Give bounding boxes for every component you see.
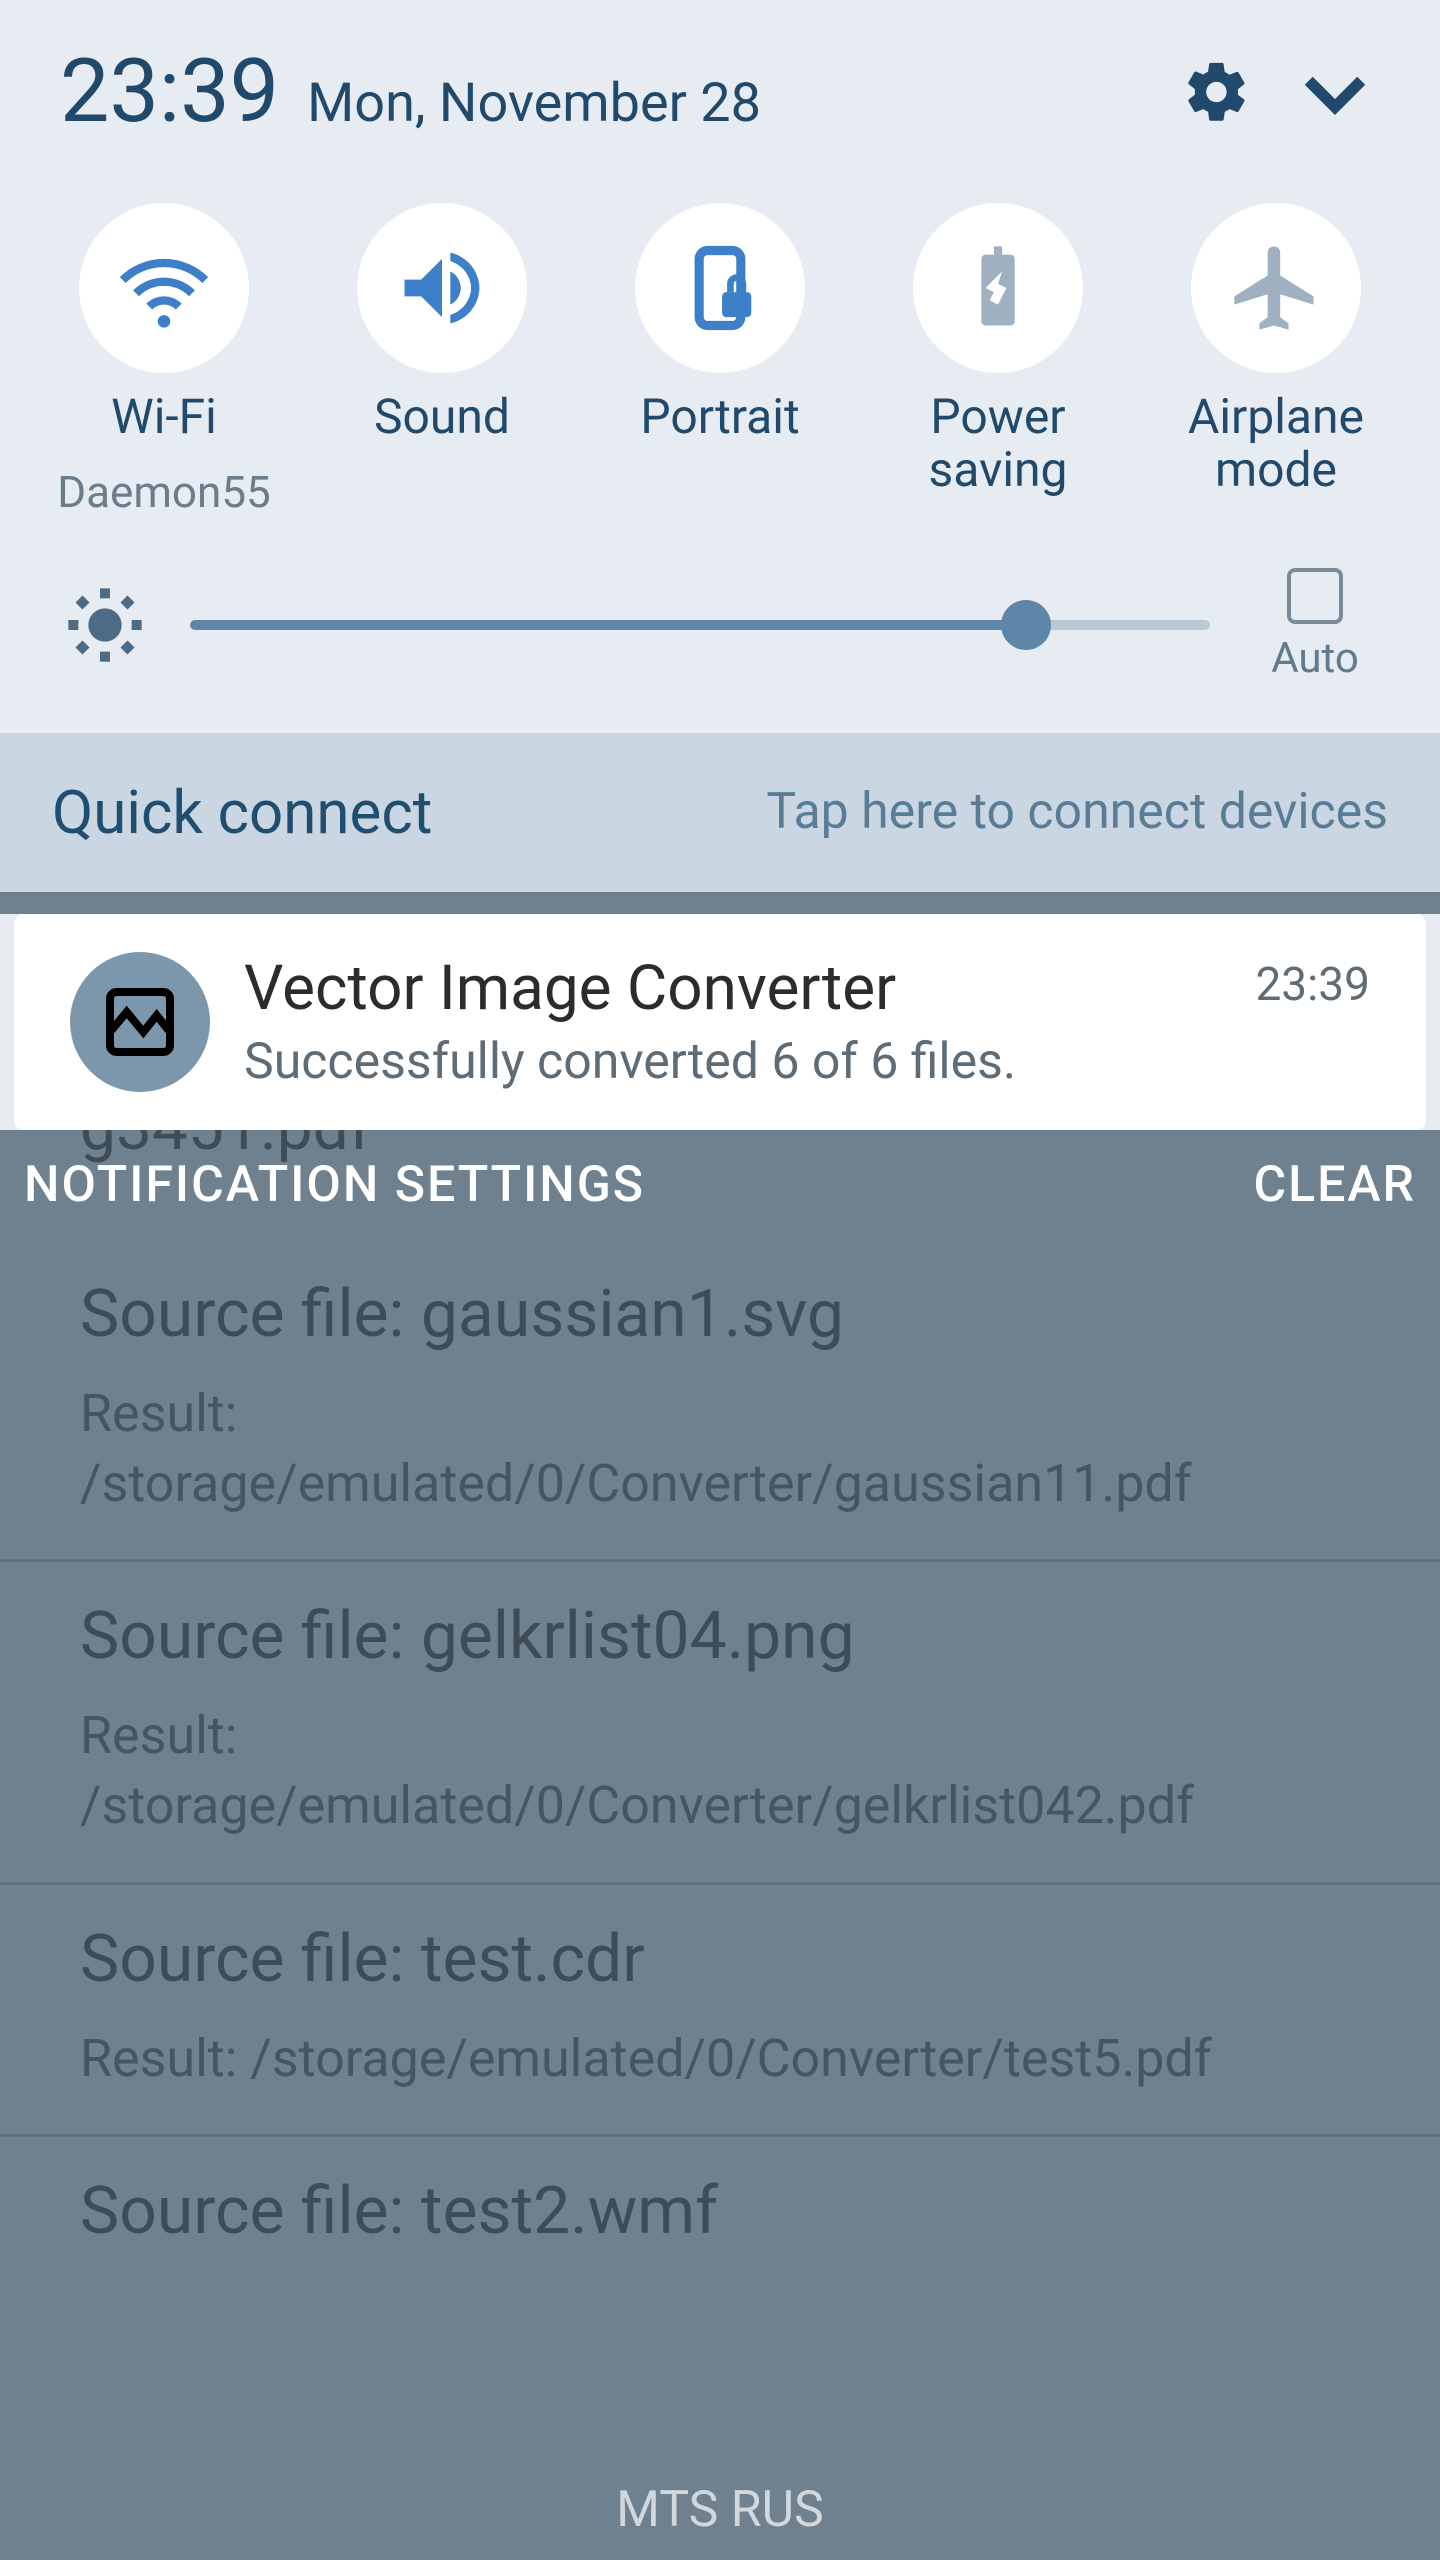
notification-body: Vector Image Converter Successfully conv… [244,952,1221,1091]
app-icon [70,952,210,1092]
toggle-sublabel: Daemon55 [57,466,271,518]
toggle-wifi[interactable]: Wi-Fi Daemon55 [39,203,289,518]
expand-chevron-down-icon[interactable] [1290,47,1380,137]
notification-title: Vector Image Converter [244,952,1221,1025]
result-path-label: Result: /storage/emulated/0/Converter/ge… [80,1701,1360,1841]
brightness-slider[interactable] [190,620,1210,630]
notification-card[interactable]: Vector Image Converter Successfully conv… [14,914,1426,1130]
brightness-thumb[interactable] [1001,600,1051,650]
airplane-icon [1191,203,1361,373]
notification-action-bar: NOTIFICATION SETTINGS CLEAR [0,1130,1440,1240]
clock-date: Mon, November 28 [307,72,761,135]
background-file-list: Source file: gaussian1.svg Result: /stor… [0,1240,1440,2286]
sound-icon [357,203,527,373]
list-item: Source file: test.cdr Result: /storage/e… [0,1885,1440,2137]
toggle-label: Power saving [873,391,1123,497]
clear-notifications-button[interactable]: CLEAR [1253,1156,1416,1214]
brightness-icon [60,580,150,670]
source-file-label: Source file: test2.wmf [80,2173,1360,2250]
toggle-sound[interactable]: Sound [317,203,567,518]
quick-connect-bar[interactable]: Quick connect Tap here to connect device… [0,733,1440,892]
carrier-label: MTS RUS [0,2460,1440,2560]
dimmed-background: g3451.pdf NOTIFICATION SETTINGS CLEAR So… [0,1130,1440,2560]
toggle-power-saving[interactable]: Power saving [873,203,1123,518]
settings-gear-icon[interactable] [1172,47,1262,137]
notification-text: Successfully converted 6 of 6 files. [244,1033,1221,1091]
source-file-label: Source file: test.cdr [80,1921,1360,1998]
list-item: Source file: gelkrlist04.png Result: /st… [0,1562,1440,1884]
status-bar: 23:39 Mon, November 28 [0,0,1440,173]
list-item: Source file: test2.wmf [0,2137,1440,2286]
portrait-lock-icon [635,203,805,373]
list-item: Source file: gaussian1.svg Result: /stor… [0,1240,1440,1562]
source-file-label: Source file: gaussian1.svg [80,1276,1360,1353]
checkbox-icon[interactable] [1287,568,1343,624]
brightness-fill [190,620,1026,630]
brightness-slider-row: Auto [0,538,1440,733]
notification-time: 23:39 [1255,958,1370,1012]
toggle-label: Portrait [640,391,799,444]
result-path-label: Result: /storage/emulated/0/Converter/ga… [80,1379,1360,1519]
toggle-airplane-mode[interactable]: Airplane mode [1151,203,1401,518]
notification-settings-button[interactable]: NOTIFICATION SETTINGS [24,1156,645,1214]
toggle-rotation[interactable]: Portrait [595,203,845,518]
toggle-label: Wi-Fi [111,391,217,444]
brightness-auto-toggle[interactable]: Auto [1250,568,1380,683]
source-file-label: Source file: gelkrlist04.png [80,1598,1360,1675]
power-saving-icon [913,203,1083,373]
toggle-label: Sound [374,391,510,444]
quick-connect-title: Quick connect [52,777,432,848]
wifi-icon [79,203,249,373]
toggle-label: Airplane mode [1151,391,1401,497]
clock-time: 23:39 [60,40,279,143]
quick-connect-hint: Tap here to connect devices [766,783,1388,841]
quick-settings-toggles: Wi-Fi Daemon55 Sound Portrait Power savi… [0,173,1440,538]
result-path-label: Result: /storage/emulated/0/Converter/te… [80,2024,1360,2094]
auto-label: Auto [1271,634,1359,683]
